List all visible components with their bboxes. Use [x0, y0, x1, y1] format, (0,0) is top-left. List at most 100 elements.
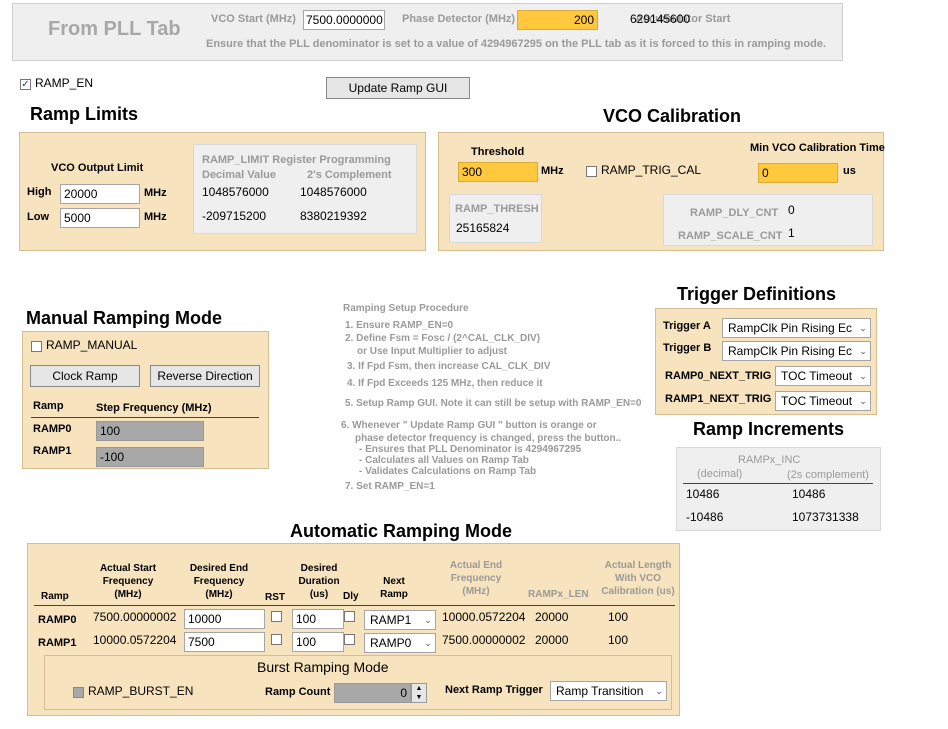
- auto-row-ramp0-next-select[interactable]: RAMP1 ⌄: [364, 610, 436, 630]
- ramp-burst-en-checkbox[interactable]: [73, 687, 84, 698]
- auto-header-desired-end: Desired End Frequency (MHz): [179, 562, 259, 601]
- high-complement-value: 1048576000: [300, 185, 367, 199]
- manual-header-divider: [31, 417, 259, 418]
- auto-row-ramp1-desired-end[interactable]: 7500: [184, 632, 265, 652]
- header-line: With VCO: [614, 573, 661, 584]
- header-line: Frequency: [193, 576, 245, 587]
- procedure-line: - Ensures that PLL Denominator is 429496…: [359, 444, 582, 455]
- phase-detector-field[interactable]: 200: [517, 10, 598, 30]
- min-cal-time-unit: us: [843, 165, 856, 177]
- header-line: Desired End: [189, 563, 249, 574]
- auto-row-ramp0-desired-end[interactable]: 10000: [184, 609, 265, 629]
- vco-calibration-panel: Threshold 300 MHz RAMP_TRIG_CAL Min VCO …: [438, 132, 885, 251]
- manual-row-ramp0-name: RAMP0: [33, 423, 72, 435]
- ramp1-next-trig-select[interactable]: TOC Timeout ⌄: [775, 391, 871, 411]
- vco-start-field[interactable]: 7500.0000000: [303, 10, 385, 30]
- procedure-line: 5. Setup Ramp GUI. Note it can still be …: [345, 398, 642, 409]
- ramp0-next-trig-select[interactable]: TOC Timeout ⌄: [775, 366, 871, 386]
- low-decimal-value: -209715200: [202, 209, 267, 223]
- check-icon: ✓: [21, 79, 30, 90]
- ramp-inc-row0-complement: 10486: [792, 487, 826, 501]
- manual-row-ramp0-step[interactable]: 100: [96, 421, 204, 441]
- procedure-line: - Calculates all Values on Ramp Tab: [359, 455, 529, 466]
- pll-note: Ensure that the PLL denominator is set t…: [206, 38, 827, 50]
- ramp-inc-row1-complement: 1073731338: [792, 510, 859, 524]
- next-ramp-trigger-select[interactable]: Ramp Transition ⌄: [550, 681, 667, 701]
- header-line: Frequency: [102, 576, 154, 587]
- vco-output-limit-label: VCO Output Limit: [51, 162, 144, 174]
- min-cal-time-field[interactable]: 0: [758, 163, 838, 183]
- auto-row-ramp0-rst-checkbox[interactable]: [271, 611, 282, 622]
- arrow-up-icon[interactable]: ▲: [412, 684, 426, 693]
- trigger-b-select[interactable]: RampClk Pin Rising Ec ⌄: [722, 341, 871, 361]
- trigger-b-value: RampClk Pin Rising Ec: [728, 344, 853, 358]
- ramp-manual-label: RAMP_MANUAL: [46, 338, 138, 352]
- pll-panel: From PLL Tab VCO Start (MHz) 7500.000000…: [12, 3, 843, 61]
- ramp-scale-cnt-label: RAMP_SCALE_CNT: [678, 230, 783, 242]
- auto-row-ramp1-next-value: RAMP0: [370, 636, 412, 650]
- ramp-dly-cnt-label: RAMP_DLY_CNT: [690, 207, 779, 219]
- chevron-down-icon: ⌄: [859, 322, 867, 333]
- ramp1-next-trig-label: RAMP1_NEXT_TRIG: [665, 393, 772, 405]
- ramp-inc-row1-decimal: -10486: [686, 510, 724, 524]
- ramp-count-label: Ramp Count: [265, 686, 331, 698]
- header-line: Next: [383, 576, 405, 587]
- ramp-counts-panel: RAMP_DLY_CNT 0 RAMP_SCALE_CNT 1: [663, 194, 873, 246]
- auto-row-ramp0-name: RAMP0: [38, 614, 77, 626]
- ramp-thresh-panel: RAMP_THRESH 25165824: [449, 194, 542, 243]
- trigger-a-label: Trigger A: [663, 320, 711, 332]
- auto-row-ramp1-duration[interactable]: 100: [292, 632, 344, 652]
- min-cal-time-label: Min VCO Calibration Time: [750, 142, 885, 154]
- arrow-down-icon[interactable]: ▼: [412, 693, 426, 702]
- trigger-a-select[interactable]: RampClk Pin Rising Ec ⌄: [722, 318, 871, 338]
- phase-detector-value: 200: [573, 13, 594, 27]
- ramp-limits-panel: VCO Output Limit High 20000 MHz Low 5000…: [19, 132, 426, 251]
- ramp-count-field[interactable]: 0: [334, 683, 411, 703]
- procedure-title: Ramping Setup Procedure: [343, 303, 469, 314]
- low-limit-field[interactable]: 5000: [60, 208, 140, 228]
- manual-step-header: Step Frequency (MHz): [96, 402, 212, 414]
- manual-row-ramp1-step[interactable]: -100: [96, 447, 204, 467]
- chevron-down-icon: ⌄: [424, 614, 432, 625]
- ramp-count-spinner[interactable]: ▲ ▼: [411, 683, 427, 703]
- ramp-manual-checkbox[interactable]: [31, 341, 42, 352]
- reverse-direction-button[interactable]: Reverse Direction: [150, 365, 260, 387]
- auto-row-ramp1-rst-checkbox[interactable]: [271, 634, 282, 645]
- procedure-line: or Use Input Multiplier to adjust: [357, 346, 507, 357]
- vco-start-label: VCO Start (MHz): [211, 13, 296, 25]
- auto-row-ramp0-actual-length: 100: [608, 610, 629, 624]
- header-line: Frequency: [450, 573, 502, 584]
- chevron-down-icon: ⌄: [655, 685, 663, 696]
- auto-row-ramp0-duration[interactable]: 100: [292, 609, 344, 629]
- ramp-inc-row0-decimal: 10486: [686, 487, 720, 501]
- threshold-field[interactable]: 300: [458, 162, 538, 182]
- ramp-scale-cnt-value: 1: [788, 226, 795, 240]
- ramp-inc-decimal-header: (decimal): [697, 468, 743, 480]
- ramp-limit-register-panel: RAMP_LIMIT Register Programming Decimal …: [193, 144, 417, 234]
- procedure-line: phase detector frequency is changed, pre…: [355, 433, 622, 444]
- header-line: Calibration (us): [601, 586, 675, 597]
- auto-header-divider: [34, 605, 675, 606]
- clock-ramp-button[interactable]: Clock Ramp: [30, 365, 140, 387]
- auto-row-ramp1-name: RAMP1: [38, 637, 77, 649]
- auto-header-actual-end: Actual End Frequency (MHz): [436, 559, 516, 598]
- ramp-inc-header: RAMPx_INC: [738, 454, 801, 466]
- header-line: Duration: [298, 576, 340, 587]
- ramp-en-checkbox[interactable]: ✓: [20, 79, 31, 90]
- pll-title: From PLL Tab: [48, 18, 181, 40]
- phase-detector-label: Phase Detector (MHz): [402, 13, 516, 25]
- ramp-trig-cal-checkbox[interactable]: [586, 166, 597, 177]
- burst-ramping-title: Burst Ramping Mode: [257, 659, 389, 675]
- procedure-line: 4. If Fpd Exceeds 125 MHz, then reduce i…: [347, 378, 543, 389]
- auto-header-dly: Dly: [343, 591, 359, 602]
- auto-row-ramp0-dly-checkbox[interactable]: [344, 611, 355, 622]
- auto-row-ramp1-next-select[interactable]: RAMP0 ⌄: [364, 633, 436, 653]
- header-line: Actual Length: [604, 560, 672, 571]
- procedure-line: 7. Set RAMP_EN=1: [345, 481, 435, 492]
- high-limit-field[interactable]: 20000: [60, 184, 140, 204]
- auto-row-ramp1-dly-checkbox[interactable]: [344, 634, 355, 645]
- manual-row-ramp1-name: RAMP1: [33, 445, 72, 457]
- ramp-limit-register-title: RAMP_LIMIT Register Programming: [202, 154, 391, 166]
- update-ramp-gui-button[interactable]: Update Ramp GUI: [326, 77, 470, 99]
- ramp-thresh-value: 25165824: [456, 221, 510, 235]
